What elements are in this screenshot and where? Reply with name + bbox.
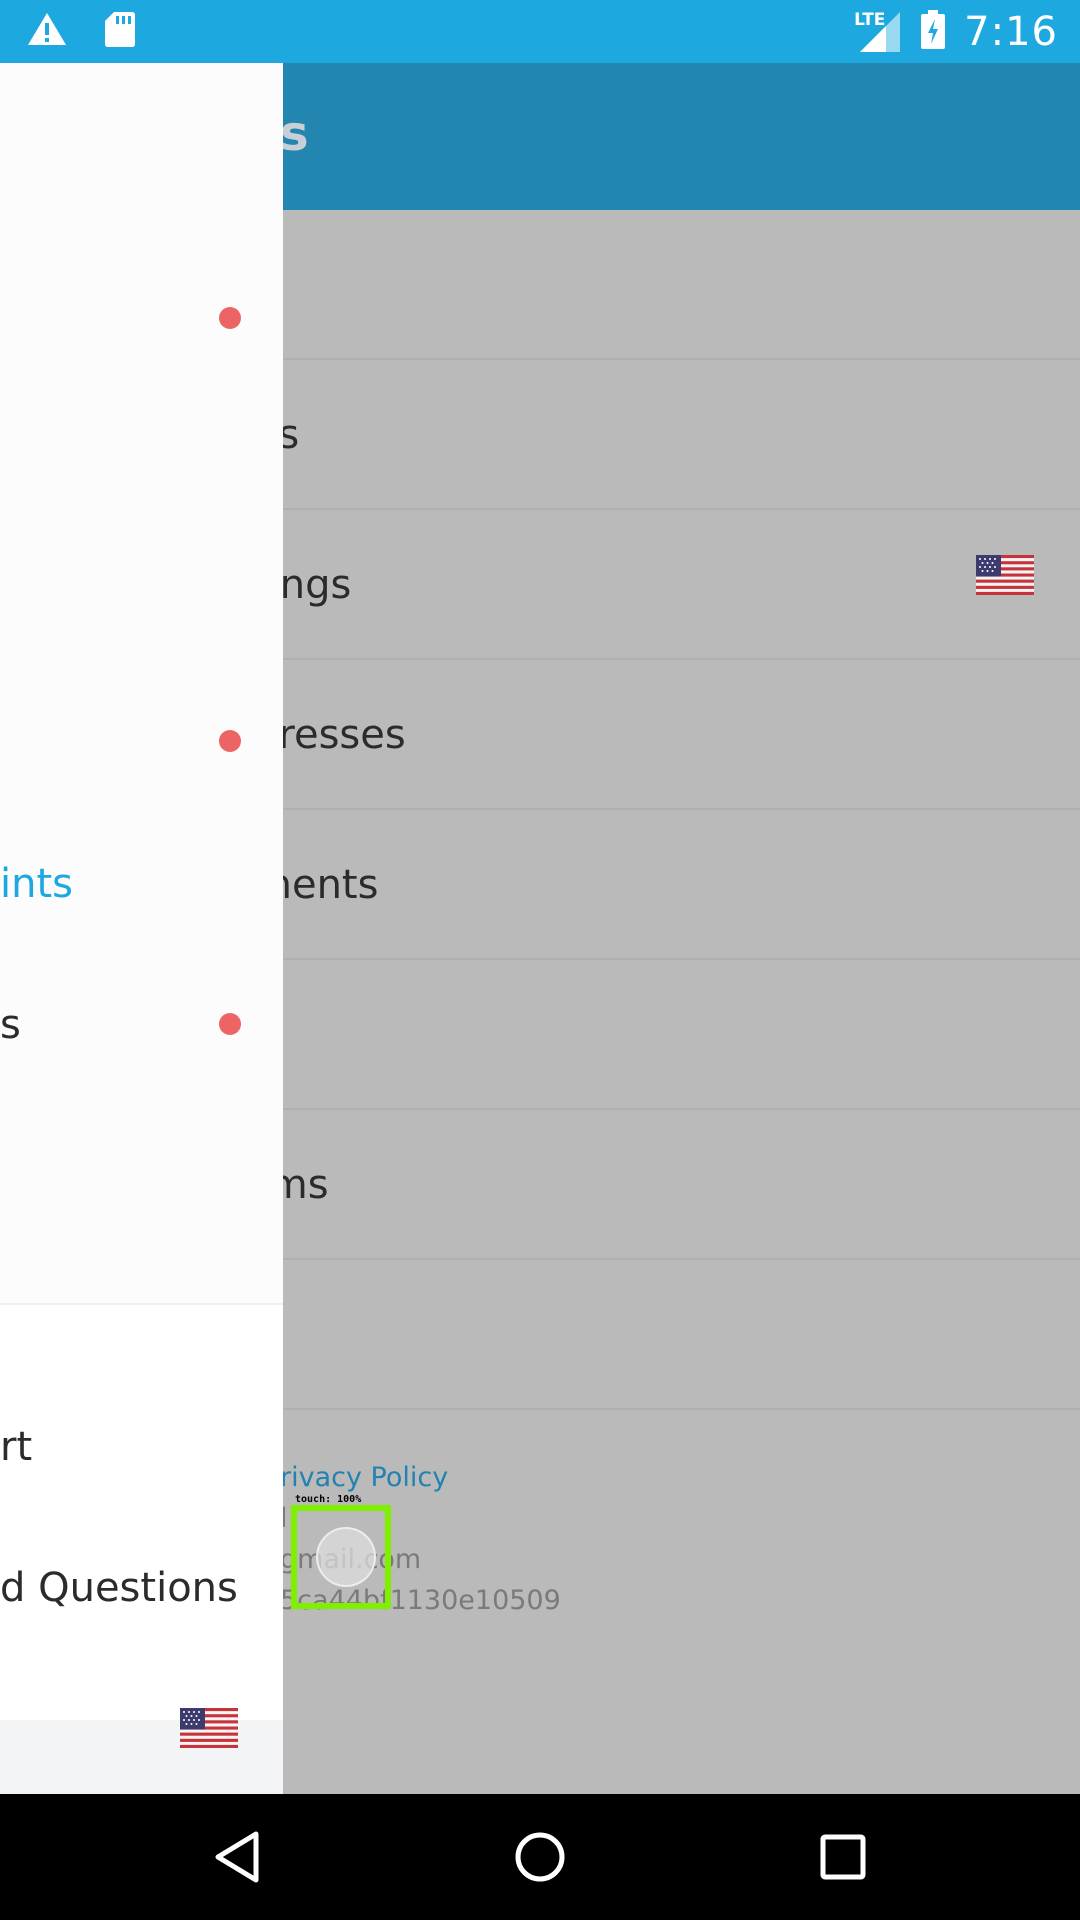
network-type-label: LTE (854, 10, 886, 30)
notification-dot (219, 307, 241, 329)
status-bar: LTE 7:16 (0, 0, 1080, 63)
battery-charging-icon (920, 10, 946, 54)
us-flag-icon (976, 555, 1034, 599)
drawer-item-active[interactable]: ints (0, 861, 73, 907)
notification-dot (219, 1013, 241, 1035)
touch-point (316, 1527, 376, 1587)
navigation-drawer (0, 63, 283, 1794)
warning-icon (26, 11, 68, 51)
clock: 7:16 (964, 9, 1058, 55)
sd-card-icon (104, 10, 136, 52)
back-icon[interactable] (204, 1824, 270, 1890)
recents-icon[interactable] (810, 1824, 876, 1890)
privacy-policy-link[interactable]: rivacy Policy (280, 1462, 448, 1493)
signal-icon: LTE (850, 6, 902, 58)
language-flag-icon[interactable] (180, 1708, 238, 1752)
drawer-item-support[interactable]: rt (0, 1424, 32, 1470)
drawer-footer (0, 1720, 283, 1794)
drawer-support-section (0, 1303, 283, 1725)
system-navigation-bar (0, 1794, 1080, 1920)
drawer-item-faq[interactable]: d Questions (0, 1565, 238, 1611)
notification-dot (219, 730, 241, 752)
touch-indicator-label: touch: 100% (295, 1494, 362, 1505)
drawer-item[interactable]: s (0, 1002, 21, 1048)
home-icon[interactable] (507, 1824, 573, 1890)
